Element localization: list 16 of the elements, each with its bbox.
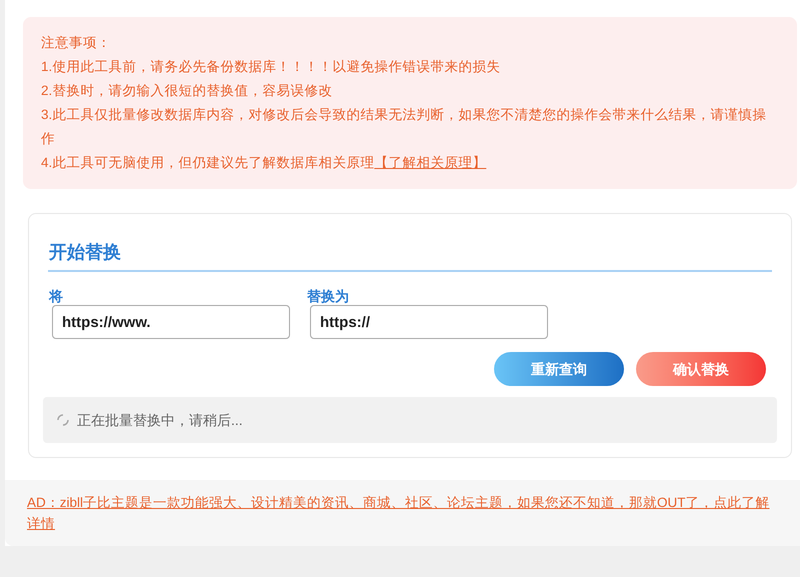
section-title: 开始替换: [49, 242, 121, 262]
field-label: 替换为: [307, 288, 350, 304]
spinner-icon: [57, 414, 69, 426]
input-field[interactable]: https://www.: [52, 305, 290, 339]
notice-item: 1.使用此工具前，请务必先备份数据库！！！！以避免操作错误带来的损失: [41, 58, 502, 76]
ad-link[interactable]: AD：zibll子比主题是一款功能强大、设计精美的资讯、商城、社区、论坛主题，如果您还不知道，那就OUT了，点此了解详情: [27, 492, 778, 534]
notice-item: 2.替换时，请勿输入很短的替换值，容易误修改: [41, 82, 334, 100]
input-field[interactable]: https://: [310, 305, 548, 339]
confirm-button[interactable]: 确认替换: [636, 352, 766, 386]
status-text: 正在批量替换中，请稍后...: [77, 410, 243, 430]
field-label: 将: [49, 288, 64, 304]
query-button[interactable]: 重新查询: [494, 352, 624, 386]
notice-item: 3.此工具仅批量修改数据库内容，对修改后会导致的结果无法判断，如果您不清楚您的操作会带来什么结果，请谨慎操作: [41, 106, 768, 148]
notice-title: 注意事项：: [41, 34, 112, 52]
notice-item: 4.此工具可无脑使用，但仍建议先了解数据库相关原理: [41, 155, 374, 170]
principle-link[interactable]: 【了解相关原理】: [374, 155, 486, 170]
